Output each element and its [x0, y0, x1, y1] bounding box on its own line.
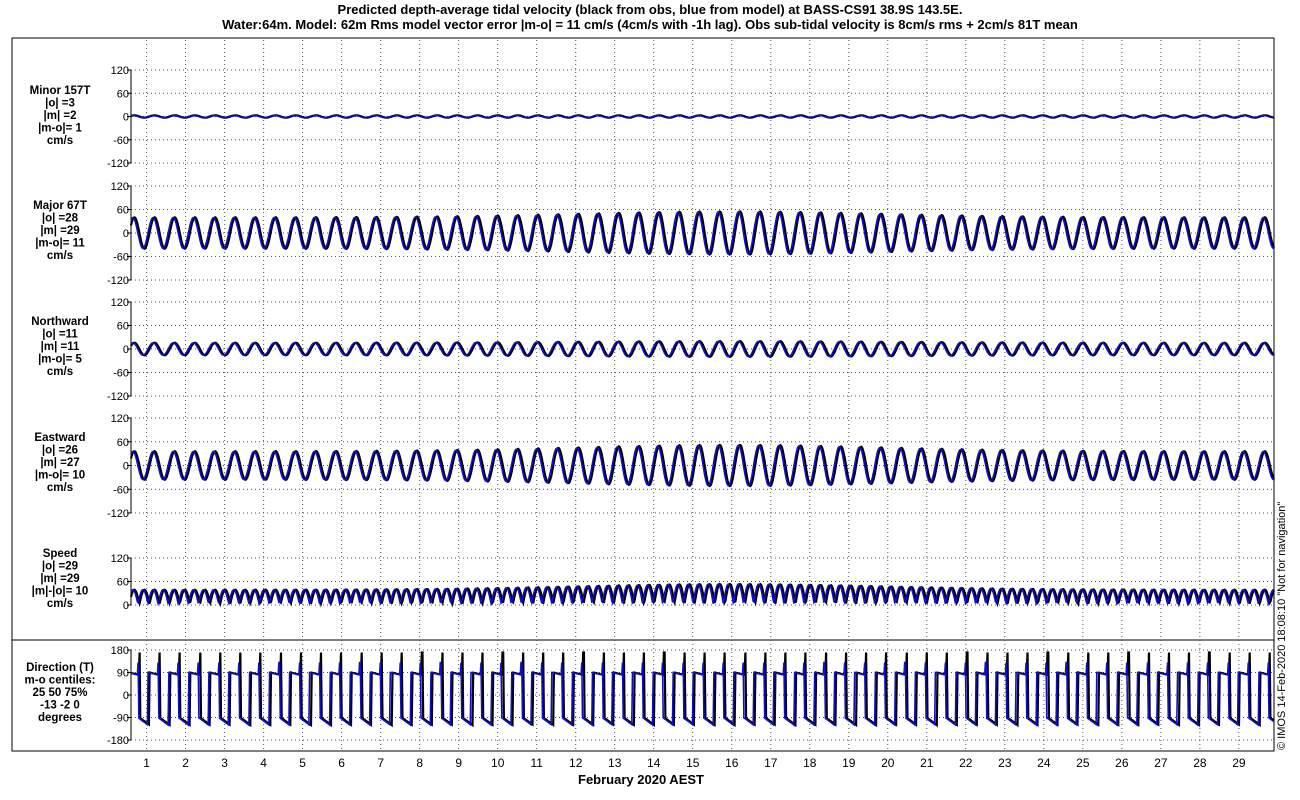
- panel-label-line: |m|-|o|= 10: [32, 586, 89, 598]
- y-tick-label: 120: [111, 553, 129, 565]
- panel-label-line: cm/s: [47, 482, 73, 494]
- panel-label-line: |m| =29: [40, 225, 79, 237]
- x-tick-label: 5: [299, 756, 306, 770]
- y-tick-label: 120: [111, 181, 129, 193]
- x-tick-label: 7: [377, 756, 384, 770]
- y-tick-label: -60: [113, 252, 129, 264]
- x-tick-label: 17: [764, 756, 778, 770]
- panel-labels: Minor 157T|o| =3|m| =2|m-o|= 1cm/sMajor …: [25, 85, 96, 724]
- x-tick-label: 12: [569, 756, 583, 770]
- x-tick-label: 28: [1193, 756, 1207, 770]
- y-tick-label: -90: [113, 713, 129, 725]
- y-tick-label: -120: [107, 508, 129, 520]
- panel-label-line: |m| =11: [41, 341, 80, 353]
- x-tick-label: 19: [842, 756, 856, 770]
- y-tick-label: -60: [113, 368, 129, 380]
- panel-label-line: |o| =11: [42, 329, 78, 341]
- y-tick-label: 0: [123, 344, 129, 356]
- y-tick-label: 0: [123, 690, 129, 702]
- y-tick-label: 60: [117, 437, 129, 449]
- x-tick-label: 4: [260, 756, 267, 770]
- panel-label-line: degrees: [38, 712, 82, 724]
- y-tick-label: 60: [117, 321, 129, 333]
- y-tick-label: -180: [107, 735, 129, 747]
- y-tick-label: 0: [123, 112, 129, 124]
- panel-label-line: |m| =2: [44, 110, 77, 122]
- x-tick-label: 26: [1115, 756, 1129, 770]
- x-tick-label: 13: [608, 756, 622, 770]
- tidal-velocity-figure: 1 2 3 4 5 6 7 8 9 10 11 12 13 14 15 16 17 18 19 20 21 22 23 24 2…: [11, 37, 1275, 787]
- panel-label-line: cm/s: [47, 598, 73, 610]
- x-tick-label: 6: [338, 756, 345, 770]
- x-tick-label: 10: [491, 756, 505, 770]
- panel-label-line: |m-o|= 11: [35, 238, 85, 250]
- panel-label-line: Direction (T): [26, 662, 94, 674]
- panel-label-line: |m-o|= 5: [38, 354, 82, 366]
- y-tick-label: -120: [107, 158, 129, 170]
- copyright-notice: © IMOS 14-Feb-2020 18:08:10 "Not for nav…: [1276, 501, 1288, 750]
- y-tick-label: 0: [123, 228, 129, 240]
- panel-label-line: Northward: [31, 316, 89, 328]
- x-tick-label: 15: [686, 756, 700, 770]
- x-tick-label: 29: [1232, 756, 1246, 770]
- x-tick-label: 14: [647, 756, 661, 770]
- panel-label-line: Major 67T: [33, 200, 87, 212]
- panel-label-line: |m-o|= 1: [38, 123, 82, 135]
- panel-label-line: -13 -2 0: [40, 700, 80, 712]
- x-tick-label: 11: [530, 756, 543, 770]
- x-tick-label: 20: [881, 756, 895, 770]
- x-axis-label: February 2020 AEST: [578, 772, 704, 787]
- x-tick-label: 8: [416, 756, 423, 770]
- panel-label-line: 25 50 75%: [33, 687, 88, 699]
- y-tick-label: 60: [117, 88, 129, 100]
- panel-label-line: |m| =29: [40, 573, 79, 585]
- y-tick-label: 60: [117, 577, 129, 589]
- panel-label-line: |o| =3: [45, 98, 75, 110]
- x-tick-label: 9: [455, 756, 462, 770]
- x-tick-label: 27: [1154, 756, 1168, 770]
- y-tick-label: 120: [111, 413, 129, 425]
- x-tick-label: 16: [725, 756, 739, 770]
- x-tick-label: 2: [182, 756, 189, 770]
- panel-label-line: |o| =28: [42, 213, 79, 225]
- x-tick-label: 24: [1037, 756, 1051, 770]
- panel-label-line: |m| =27: [40, 457, 79, 469]
- panel-label-line: |o| =29: [42, 561, 78, 573]
- y-tick-label: -60: [113, 135, 129, 147]
- y-tick-label: 120: [111, 65, 129, 77]
- panel-label-line: cm/s: [47, 366, 73, 378]
- x-tick-label: 1: [143, 756, 150, 770]
- y-tick-label: -120: [107, 391, 129, 403]
- x-tick-label: 25: [1076, 756, 1090, 770]
- y-tick-label: 180: [111, 645, 129, 657]
- outer-frame: [11, 37, 1275, 752]
- y-tick-label: -60: [113, 484, 129, 496]
- x-tick-label: 18: [803, 756, 817, 770]
- y-tick-label: 0: [123, 461, 129, 473]
- y-tick-label: 0: [123, 600, 129, 612]
- y-tick-label: 60: [117, 205, 129, 217]
- panel-label-line: |o| =26: [42, 445, 78, 457]
- panel-label-line: cm/s: [47, 250, 73, 262]
- x-tick-label: 3: [221, 756, 228, 770]
- panel-label-line: Minor 157T: [30, 85, 91, 97]
- x-tick-label: 21: [920, 756, 934, 770]
- x-tick-label: 23: [998, 756, 1012, 770]
- grid-lines: [131, 40, 1274, 750]
- panel-label-line: cm/s: [47, 135, 73, 147]
- x-tick-label: 22: [959, 756, 973, 770]
- panel-label-line: Speed: [43, 548, 78, 560]
- y-tick-label: 120: [111, 297, 129, 309]
- y-tick-label: 90: [117, 668, 129, 680]
- panel-label-line: Eastward: [34, 432, 85, 444]
- y-tick-label: -120: [107, 275, 129, 287]
- panel-label-line: |m-o|= 10: [35, 470, 85, 482]
- panel-label-line: m-o centiles:: [25, 675, 96, 687]
